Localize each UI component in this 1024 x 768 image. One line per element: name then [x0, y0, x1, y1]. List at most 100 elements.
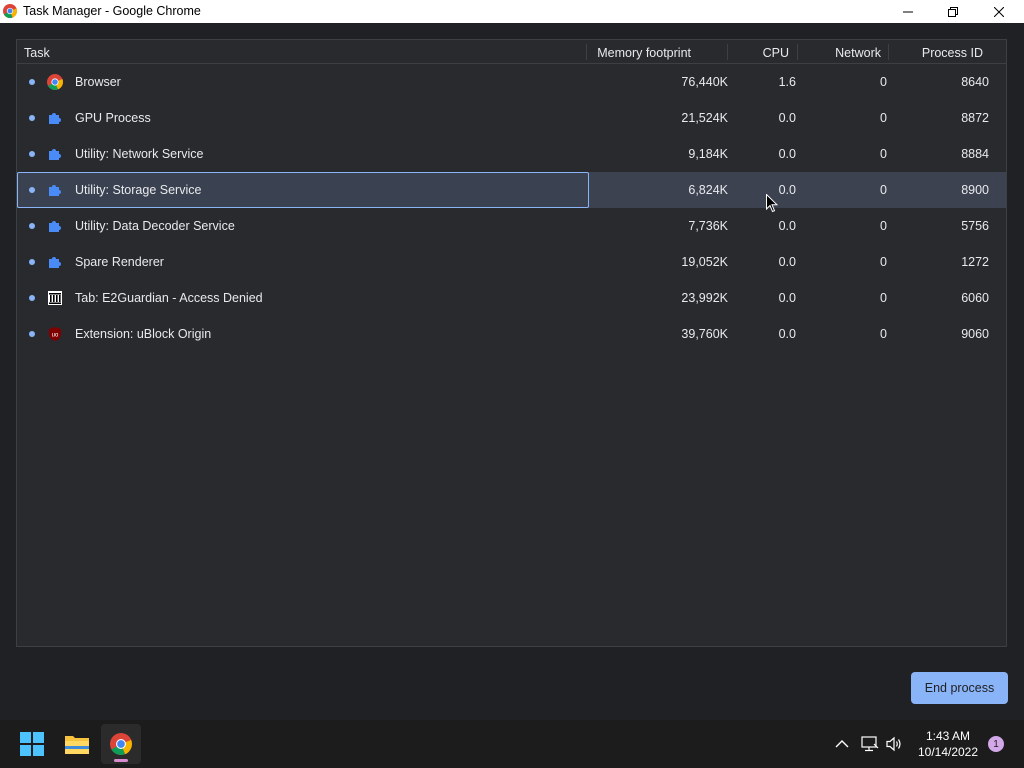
process-table: Task Memory footprint CPU Network Proces… [16, 39, 1007, 647]
puzzle-icon [47, 146, 63, 162]
table-row[interactable]: Utility: Network Service 9,184K 0.0 0 88… [17, 136, 1006, 172]
memory-value: 9,184K [688, 147, 728, 161]
task-name: Spare Renderer [75, 255, 164, 269]
header-network[interactable]: Network [835, 46, 881, 60]
column-divider[interactable] [586, 44, 587, 60]
table-row[interactable]: GPU Process 21,524K 0.0 0 8872 [17, 100, 1006, 136]
cpu-value: 0.0 [778, 219, 796, 233]
end-process-button[interactable]: End process [911, 672, 1008, 704]
table-row-selected[interactable]: Utility: Storage Service 6,824K 0.0 0 89… [17, 172, 1006, 208]
header-cpu[interactable]: CPU [763, 46, 789, 60]
task-name: GPU Process [75, 111, 151, 125]
memory-value: 23,992K [681, 291, 728, 305]
column-divider[interactable] [797, 44, 798, 60]
task-name: Extension: uBlock Origin [75, 327, 212, 341]
row-bullet [29, 331, 35, 337]
memory-value: 76,440K [681, 75, 728, 89]
column-divider[interactable] [888, 44, 889, 60]
volume-tray-button[interactable] [885, 734, 905, 754]
row-bullet [29, 259, 35, 265]
chrome-icon [47, 74, 63, 90]
column-divider[interactable] [727, 44, 728, 60]
mouse-cursor-icon [766, 193, 779, 216]
row-bullet [29, 115, 35, 121]
memory-value: 39,760K [681, 327, 728, 341]
show-hidden-icons-button[interactable] [832, 734, 852, 754]
chrome-taskbar-button[interactable] [101, 724, 141, 764]
puzzle-icon [47, 254, 63, 270]
task-name: Utility: Network Service [75, 147, 204, 161]
memory-value: 21,524K [681, 111, 728, 125]
process-id-value: 8900 [961, 183, 989, 197]
memory-value: 7,736K [688, 219, 728, 233]
system-clock[interactable]: 1:43 AM 10/14/2022 [910, 728, 986, 760]
table-row[interactable]: Utility: Data Decoder Service 7,736K 0.0… [17, 208, 1006, 244]
network-value: 0 [880, 147, 887, 161]
task-name: Utility: Storage Service [75, 183, 202, 197]
cpu-value: 0.0 [778, 147, 796, 161]
chevron-up-icon [835, 740, 849, 748]
network-value: 0 [880, 111, 887, 125]
start-button[interactable] [12, 724, 52, 764]
header-memory[interactable]: Memory footprint [597, 46, 691, 60]
building-icon [47, 290, 63, 306]
table-row[interactable]: Spare Renderer 19,052K 0.0 0 1272 [17, 244, 1006, 280]
header-process-id[interactable]: Process ID [922, 46, 983, 60]
clock-time: 1:43 AM [925, 729, 971, 743]
puzzle-icon [47, 218, 63, 234]
process-id-value: 5756 [961, 219, 989, 233]
network-value: 0 [880, 219, 887, 233]
svg-text:uo: uo [52, 333, 59, 339]
network-monitor-icon [861, 736, 879, 752]
network-value: 0 [880, 75, 887, 89]
puzzle-icon [47, 110, 63, 126]
title-bar: Task Manager - Google Chrome [0, 0, 1024, 23]
network-value: 0 [880, 291, 887, 305]
window-title: Task Manager - Google Chrome [23, 4, 201, 18]
chrome-icon [3, 4, 17, 18]
network-value: 0 [880, 183, 887, 197]
row-bullet [29, 151, 35, 157]
task-manager-content: Task Memory footprint CPU Network Proces… [0, 23, 1024, 720]
cpu-value: 1.6 [778, 75, 796, 89]
table-header: Task Memory footprint CPU Network Proces… [17, 40, 1006, 64]
row-bullet [29, 223, 35, 229]
clock-date: 10/14/2022 [917, 745, 979, 759]
process-id-value: 1272 [961, 255, 989, 269]
taskbar: 1:43 AM 10/14/2022 1 [0, 720, 1024, 768]
chrome-icon [110, 733, 132, 755]
ublock-icon: uo [47, 326, 63, 342]
close-icon [994, 6, 1004, 17]
file-explorer-button[interactable] [57, 724, 97, 764]
restore-button[interactable] [930, 0, 976, 23]
task-name: Utility: Data Decoder Service [75, 219, 235, 233]
memory-value: 19,052K [681, 255, 728, 269]
close-button[interactable] [976, 0, 1022, 23]
header-task[interactable]: Task [24, 46, 50, 60]
process-id-value: 8640 [961, 75, 989, 89]
network-value: 0 [880, 255, 887, 269]
windows-icon [20, 732, 44, 756]
table-row[interactable]: Tab: E2Guardian - Access Denied 23,992K … [17, 280, 1006, 316]
cpu-value: 0.0 [778, 327, 796, 341]
table-row[interactable]: uo Extension: uBlock Origin 39,760K 0.0 … [17, 316, 1006, 352]
network-value: 0 [880, 327, 887, 341]
cpu-value: 0.0 [778, 183, 796, 197]
notification-badge[interactable]: 1 [988, 736, 1004, 752]
folder-icon [65, 736, 89, 754]
network-tray-button[interactable] [860, 734, 880, 754]
row-bullet [29, 187, 35, 193]
restore-icon [948, 6, 958, 17]
row-bullet [29, 295, 35, 301]
process-id-value: 6060 [961, 291, 989, 305]
task-name: Tab: E2Guardian - Access Denied [75, 291, 263, 305]
table-row[interactable]: Browser 76,440K 1.6 0 8640 [17, 64, 1006, 100]
row-bullet [29, 79, 35, 85]
minimize-button[interactable] [885, 0, 931, 23]
minimize-icon [903, 11, 913, 12]
active-app-indicator [114, 759, 128, 762]
puzzle-icon [47, 182, 63, 198]
memory-value: 6,824K [688, 183, 728, 197]
speaker-icon [886, 736, 901, 752]
task-name: Browser [75, 75, 121, 89]
